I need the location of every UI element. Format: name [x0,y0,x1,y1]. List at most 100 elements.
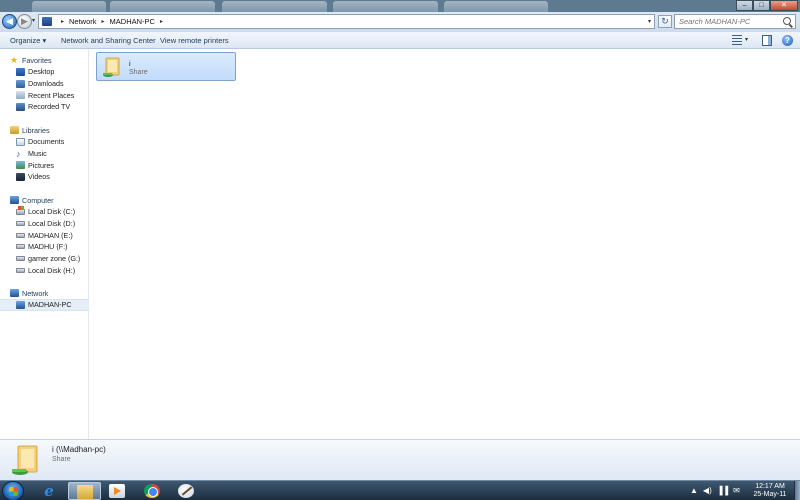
taskbar-media-player[interactable] [101,482,134,500]
view-remote-printers-button[interactable]: View remote printers [160,36,229,45]
nav-item-documents[interactable]: Documents [0,136,89,148]
details-item-name: i (\\Madhan-pc) [52,445,106,454]
maximize-button[interactable]: □ [753,0,770,11]
nav-item-recent-places[interactable]: Recent Places [0,89,89,101]
forward-button[interactable]: ▶ [17,14,32,29]
address-bar[interactable]: ▸ Network ▸ MADHAN-PC ▸ ▾ [38,14,655,29]
search-icon[interactable] [783,17,791,25]
breadcrumb-separator[interactable]: ▸ [61,18,64,25]
nav-item-drive-f[interactable]: MADHU (F:) [0,241,89,253]
computer-icon [10,196,19,204]
nav-item-desktop[interactable]: Desktop [0,66,89,78]
close-button[interactable]: ✕ [770,0,798,11]
nav-item-videos[interactable]: Videos [0,171,89,183]
nav-item-drive-e[interactable]: MADHAN (E:) [0,229,89,241]
libraries-icon [10,126,19,134]
shared-folder-icon [103,57,120,77]
nav-item-madhan-pc[interactable]: MADHAN-PC [0,299,89,311]
nav-item-label: Recent Places [28,90,75,100]
start-button[interactable] [2,481,24,500]
show-hidden-icons-button[interactable]: ▲ [690,486,698,495]
background-tab[interactable] [222,1,327,12]
taskbar-internet-explorer[interactable]: e [33,482,66,500]
recorded-tv-icon [16,102,25,111]
nav-item-drive-d[interactable]: Local Disk (D:) [0,218,89,230]
nav-item-downloads[interactable]: Downloads [0,78,89,90]
nav-item-label: Downloads [28,79,64,89]
background-tab[interactable] [444,1,548,12]
music-icon: ♪ [16,148,21,159]
search-input[interactable] [675,15,780,28]
nav-item-label: MADHAN-PC [28,300,72,310]
change-view-icon[interactable] [732,35,742,46]
nav-libraries-label: Libraries [22,125,50,135]
network-status-icon[interactable]: ▐▐ [717,486,728,495]
show-desktop-button[interactable] [794,481,800,500]
nav-item-music[interactable]: ♪ Music [0,148,89,160]
breadcrumb-madhan-pc[interactable]: MADHAN-PC [110,17,155,26]
background-tab[interactable] [32,1,106,12]
nav-item-label: Music [28,149,47,159]
breadcrumb-network[interactable]: Network [69,17,97,26]
item-type: Share [129,69,148,76]
recent-places-icon [16,91,25,100]
recent-pages-dropdown[interactable]: ▾ [32,17,35,24]
command-bar: Organize ▾ Network and Sharing Center Vi… [0,32,800,49]
back-button[interactable]: ◀ [2,14,17,29]
clock-date: 25-May-11 [753,491,787,498]
details-pane: i (\\Madhan-pc) Share [0,439,800,480]
chrome-icon [144,484,160,498]
volume-icon[interactable]: ◀) [703,486,712,495]
taskbar: e ▲ ◀) ▐▐ ✉ 12:17 AM 25-May-11 [0,480,800,500]
address-row: ◀ ▶ ▾ ▸ Network ▸ MADHAN-PC ▸ ▾ ↻ [0,12,800,32]
taskbar-paint[interactable] [170,482,203,500]
details-item-type: Share [52,456,71,463]
view-options-dropdown[interactable]: ▾ [745,36,748,47]
nav-item-label: Videos [28,172,50,182]
minimize-button[interactable]: – [736,0,753,11]
network-sharing-center-button[interactable]: Network and Sharing Center [61,36,156,45]
nav-network[interactable]: Network [0,287,89,299]
downloads-icon [16,79,25,88]
nav-item-pictures[interactable]: Pictures [0,159,89,171]
background-tab[interactable] [110,1,215,12]
taskbar-windows-explorer[interactable] [68,482,101,500]
desktop-icon [16,67,25,76]
action-center-icon[interactable]: ✉ [733,486,740,495]
search-box [674,14,796,29]
computer-icon [16,300,25,309]
nav-item-label: Recorded TV [28,102,71,112]
nav-favorites-label: Favorites [22,55,52,65]
system-tray: ▲ ◀) ▐▐ ✉ [690,486,740,495]
refresh-button[interactable]: ↻ [658,15,672,28]
nav-item-drive-c[interactable]: Local Disk (C:) [0,205,89,218]
address-dropdown[interactable]: ▾ [648,18,651,25]
nav-item-drive-g[interactable]: gamer zone (G:) [0,253,89,265]
nav-item-label: Local Disk (D:) [28,219,76,229]
window-controls: – □ ✕ [736,0,798,11]
breadcrumb-separator[interactable]: ▸ [160,18,163,25]
nav-item-label: Desktop [28,67,55,77]
breadcrumb-separator[interactable]: ▸ [102,18,105,25]
system-drive-icon [16,205,25,215]
drive-icon [16,267,25,273]
network-icon [10,289,19,297]
file-list[interactable]: i Share [90,49,800,439]
item-name: i [129,59,131,68]
help-icon[interactable]: ? [782,35,793,46]
nav-item-drive-h[interactable]: Local Disk (H:) [0,264,89,276]
nav-item-recorded-tv[interactable]: Recorded TV [0,101,89,113]
nav-network-label: Network [22,288,49,298]
nav-libraries[interactable]: Libraries [0,124,89,136]
preview-pane-icon[interactable] [762,35,772,46]
nav-computer[interactable]: Computer [0,194,89,206]
network-icon [42,17,52,26]
nav-favorites[interactable]: ★ Favorites [0,54,89,66]
shared-folder-item[interactable]: i Share [96,52,236,81]
computer-group: Computer Local Disk (C:) Local Disk (D:)… [0,194,89,276]
taskbar-chrome[interactable] [136,482,169,500]
drive-icon [16,256,25,262]
background-tab[interactable] [333,1,438,12]
clock[interactable]: 12:17 AM 25-May-11 [748,483,792,499]
organize-button[interactable]: Organize ▾ [10,36,46,45]
